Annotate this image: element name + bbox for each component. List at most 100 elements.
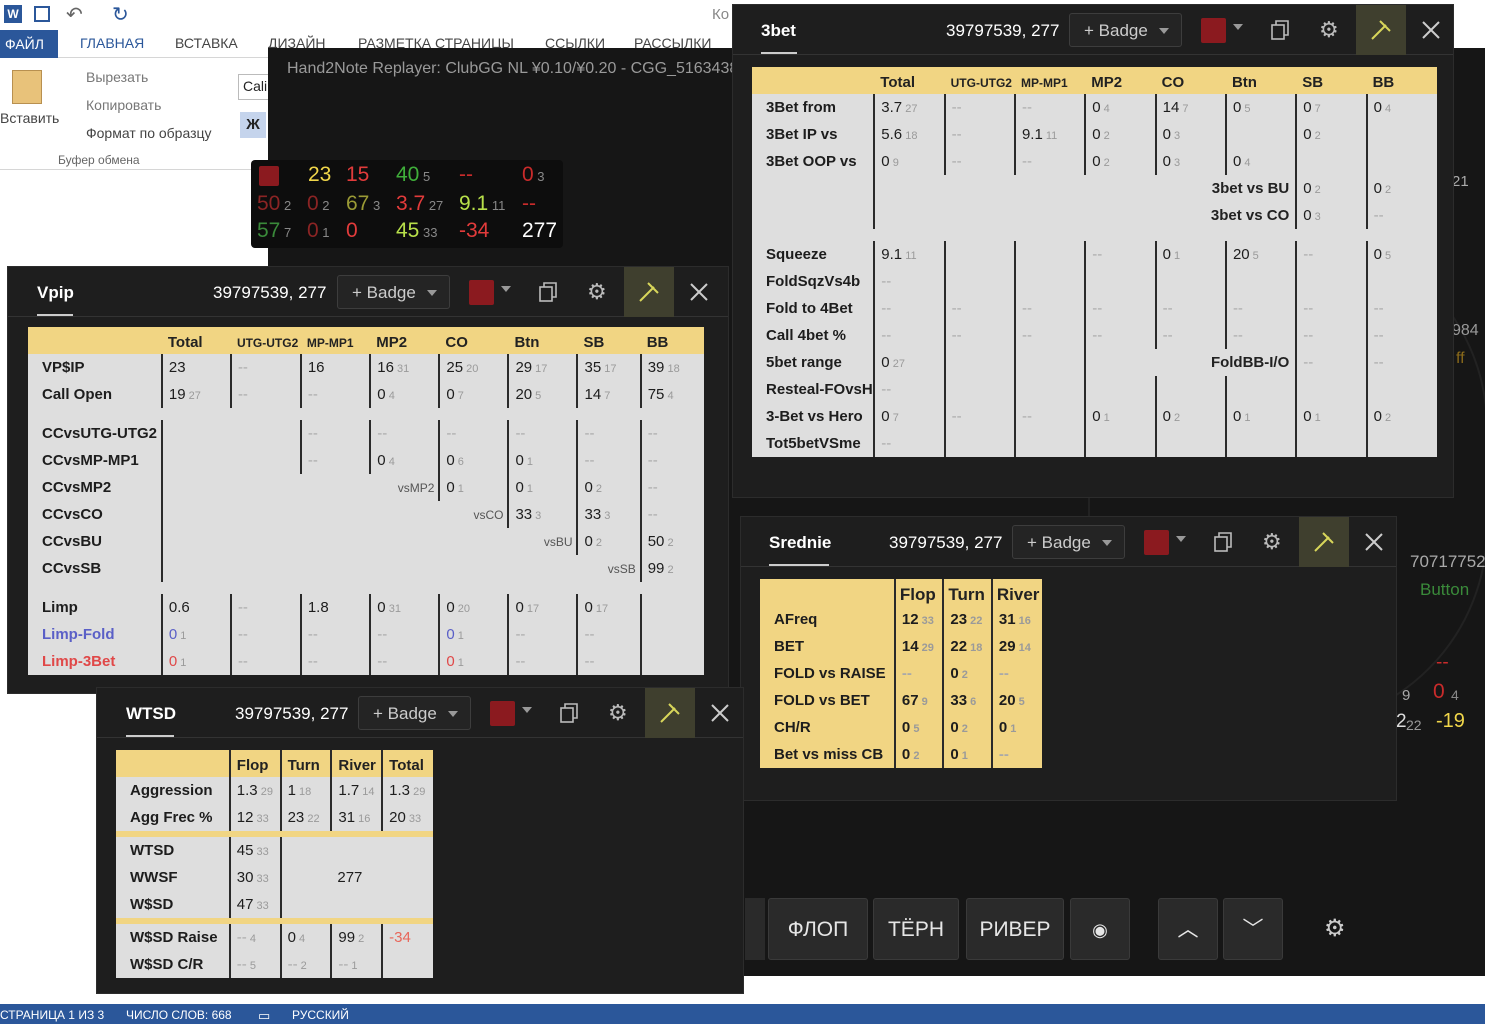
stat-cell: 39 18 (639, 354, 704, 381)
close-icon[interactable] (707, 700, 733, 726)
chevron-down-icon[interactable]: ﹀ (1223, 898, 1283, 960)
sample-size: 2 (1381, 184, 1392, 196)
eye-icon[interactable]: ◉ (1070, 898, 1130, 960)
word-count[interactable]: ЧИСЛО СЛОВ: 668 (126, 1008, 232, 1022)
badge-button[interactable]: + Badge (1012, 525, 1125, 559)
stat-cell: 0 1 (1295, 403, 1367, 430)
format-painter-button[interactable]: Формат по образцу (86, 125, 212, 141)
pin-icon[interactable] (1356, 5, 1406, 55)
paste-button[interactable]: Вставить (0, 110, 59, 126)
hud-stat[interactable]: 3.7 27 (396, 192, 443, 216)
pin-icon[interactable] (1299, 517, 1349, 567)
stat-value: 0 (901, 746, 911, 763)
stat-value: Limp (42, 599, 78, 616)
gear-icon[interactable]: ⚙ (608, 700, 634, 726)
replay-left-button[interactable] (745, 898, 765, 960)
gear-icon[interactable]: ⚙ (1262, 529, 1288, 555)
copy-icon[interactable] (1211, 529, 1237, 555)
gear-icon[interactable]: ⚙ (1319, 17, 1345, 43)
copy-icon[interactable] (557, 700, 583, 726)
hud-stat[interactable]: 23 (308, 163, 331, 187)
stat-value: -- (1303, 327, 1314, 344)
hud-stat[interactable]: 9.1 11 (459, 192, 505, 216)
close-icon[interactable] (1361, 529, 1387, 555)
popup-title[interactable]: WTSD (126, 704, 176, 724)
stat-value: 16 (307, 359, 325, 376)
hud-stat[interactable]: 50 2 (257, 192, 291, 216)
popup-title[interactable]: Vpip (37, 283, 74, 303)
hud-stat[interactable]: 277 (522, 219, 557, 243)
stat-value: -- (1021, 327, 1032, 344)
close-icon[interactable] (1418, 17, 1444, 43)
table-row: W$SD 47 33 (116, 891, 433, 918)
hud-stat[interactable]: -- (459, 163, 473, 187)
sample-size: 1 (958, 750, 968, 762)
redo-icon[interactable]: ↻ (112, 2, 129, 27)
stat-cell: 3bet vs BU (1155, 175, 1297, 202)
hud-stat[interactable]: -34 (459, 219, 489, 243)
player-hud[interactable]: 23 15 40 5 -- 0 3 50 2 0 2 67 3 3.7 27 9.1 11 -- 57… (251, 160, 563, 248)
hud-stat[interactable]: 0 2 (307, 192, 330, 216)
column-header: Total (874, 67, 945, 94)
row-label: 3Bet OOP vs (752, 148, 875, 175)
gear-icon[interactable]: ⚙ (1324, 914, 1346, 943)
stat-value: 47 (236, 896, 254, 913)
bold-button[interactable]: Ж (240, 112, 266, 138)
copy-button[interactable]: Копировать (86, 97, 161, 113)
stat-value: CCvsMP2 (42, 479, 112, 496)
sample-size: 27 (902, 103, 918, 115)
color-swatch[interactable] (469, 280, 494, 305)
hud-stat[interactable]: 0 3 (522, 163, 545, 187)
chevron-up-icon[interactable]: ︿ (1158, 898, 1218, 960)
river-button[interactable]: РИВЕР (966, 898, 1064, 960)
popup-title[interactable]: Srednie (769, 533, 831, 553)
cut-button[interactable]: Вырезать (86, 69, 148, 85)
hud-stat[interactable]: 15 (346, 163, 369, 187)
gear-icon[interactable]: ⚙ (587, 279, 613, 305)
copy-icon[interactable] (536, 279, 562, 305)
proofing-icon[interactable]: ▭ (258, 1008, 270, 1024)
row-label: CCvsUTG-UTG2 (28, 420, 162, 447)
pin-icon[interactable] (645, 688, 695, 738)
color-dropdown-icon[interactable] (1233, 24, 1243, 35)
color-dropdown-icon[interactable] (522, 707, 532, 718)
flop-button[interactable]: ФЛОП (768, 898, 868, 960)
color-swatch[interactable] (1201, 18, 1226, 43)
popup-title[interactable]: 3bet (761, 21, 796, 41)
hud-stat[interactable]: 45 33 (396, 219, 437, 243)
stat-cell: 0 1 (942, 741, 992, 768)
close-icon[interactable] (686, 279, 712, 305)
hud-stat[interactable]: 57 7 (257, 219, 291, 243)
undo-icon[interactable]: ↶ (66, 2, 83, 27)
color-swatch[interactable] (1144, 530, 1169, 555)
stat-cell: 33 3 (576, 501, 641, 528)
hud-color-marker[interactable] (259, 166, 279, 186)
tab-file[interactable]: ФАЙЛ (0, 30, 58, 58)
hud-stat[interactable]: 40 5 (396, 163, 430, 187)
color-dropdown-icon[interactable] (501, 286, 511, 297)
paste-icon[interactable] (12, 70, 42, 104)
copy-icon[interactable] (1268, 17, 1294, 43)
row-label: Agg Frec % (116, 804, 230, 831)
hud-stat[interactable]: -- (522, 192, 536, 216)
page-count[interactable]: СТРАНИЦА 1 ИЗ 3 (0, 1008, 104, 1022)
turn-button[interactable]: ТЁРН (873, 898, 959, 960)
badge-button[interactable]: + Badge (337, 275, 450, 309)
tab-insert[interactable]: ВСТАВКА (175, 35, 238, 51)
pin-icon[interactable] (624, 267, 674, 317)
hud-stat[interactable]: 0 (346, 219, 358, 243)
sample-size: 14 (359, 786, 375, 798)
stat-value: 0 (515, 479, 524, 496)
stat-value: 0 (1303, 126, 1312, 143)
badge-button[interactable]: + Badge (1069, 13, 1182, 47)
word-app-icon[interactable]: W (4, 5, 22, 23)
table-row: FoldSqzVs4b -- (752, 268, 1437, 295)
language[interactable]: РУССКИЙ (292, 1008, 349, 1022)
hud-stat[interactable]: 67 3 (346, 192, 380, 216)
tab-home[interactable]: ГЛАВНАЯ (80, 35, 144, 51)
save-icon[interactable] (34, 6, 50, 22)
color-swatch[interactable] (490, 701, 515, 726)
hud-stat[interactable]: 0 1 (307, 219, 330, 243)
color-dropdown-icon[interactable] (1176, 536, 1186, 547)
badge-button[interactable]: + Badge (358, 696, 471, 730)
